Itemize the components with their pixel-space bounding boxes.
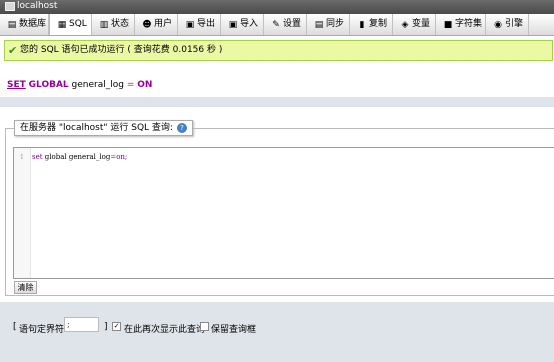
export-icon: ▣ bbox=[185, 20, 195, 30]
sql-editor-code[interactable]: set global general_log=on; bbox=[32, 153, 127, 161]
window-titlebar: localhost bbox=[0, 0, 554, 14]
code-variable-name: general_log bbox=[68, 153, 111, 161]
separator-band bbox=[0, 97, 554, 107]
line-number-gutter: 1 bbox=[14, 148, 31, 278]
tab-charsets[interactable]: ■ 字符集 bbox=[436, 14, 486, 35]
sql-icon: ▦ bbox=[57, 20, 67, 30]
code-keyword-set: set bbox=[32, 153, 43, 161]
tab-label: 引擎 bbox=[505, 19, 524, 29]
sql-operator: = bbox=[126, 80, 135, 90]
sql-value: ON bbox=[137, 80, 153, 90]
tab-label: 设置 bbox=[283, 19, 302, 29]
users-icon: ☻ bbox=[142, 20, 152, 30]
delimiter-label: 语句定界符 bbox=[19, 325, 65, 335]
tab-engines[interactable]: ◉ 引擎 bbox=[486, 14, 529, 35]
tab-label: SQL bbox=[69, 19, 87, 29]
show-again-label: 在此再次显示此查询 bbox=[124, 325, 206, 335]
settings-icon: ✎ bbox=[272, 20, 280, 30]
tab-label: 变量 bbox=[412, 19, 431, 29]
retain-query-box-checkbox[interactable] bbox=[200, 322, 209, 331]
tab-label: 导入 bbox=[240, 19, 259, 29]
show-again-checkbox[interactable]: ✓ bbox=[112, 322, 121, 331]
tab-sync[interactable]: ▤ 同步 bbox=[307, 14, 350, 35]
import-icon: ▣ bbox=[228, 20, 238, 30]
tab-import[interactable]: ▣ 导入 bbox=[221, 14, 264, 35]
status-icon: ▥ bbox=[99, 20, 109, 30]
tab-users[interactable]: ☻ 用户 bbox=[135, 14, 178, 35]
tab-sql[interactable]: ▦ SQL bbox=[49, 14, 92, 35]
charset-icon: ■ bbox=[443, 20, 453, 30]
tab-databases[interactable]: ▤ 数据库 bbox=[0, 14, 49, 35]
sql-keyword-set-link[interactable]: SET bbox=[7, 80, 26, 90]
sql-keyword-global: GLOBAL bbox=[28, 80, 69, 90]
bracket-close: ] bbox=[104, 322, 108, 332]
success-message: ✔ 您的 SQL 语句已成功运行 ( 查询花费 0.0156 秒 ) bbox=[4, 40, 553, 61]
replication-icon: ▮ bbox=[359, 20, 365, 30]
tab-label: 复制 bbox=[369, 19, 388, 29]
success-message-text: 您的 SQL 语句已成功运行 ( 查询花费 0.0156 秒 ) bbox=[20, 45, 223, 55]
server-icon bbox=[5, 2, 15, 11]
window-title: localhost bbox=[17, 1, 58, 11]
retain-query-box-label: 保留查询框 bbox=[211, 325, 257, 335]
tab-replication[interactable]: ▮ 复制 bbox=[350, 14, 393, 35]
tab-label: 数据库 bbox=[19, 19, 47, 29]
tab-label: 用户 bbox=[154, 19, 173, 29]
success-check-icon: ✔ bbox=[8, 44, 18, 57]
tab-label: 状态 bbox=[111, 19, 130, 29]
tab-label: 同步 bbox=[326, 19, 345, 29]
sql-variable-name: general_log bbox=[71, 80, 124, 90]
code-value: on; bbox=[116, 153, 128, 161]
sql-editor[interactable]: 1 set global general_log=on; bbox=[13, 147, 554, 279]
database-icon: ▤ bbox=[7, 20, 17, 30]
delimiter-input[interactable]: ; bbox=[64, 317, 99, 332]
help-icon[interactable]: ? bbox=[176, 122, 187, 133]
clear-button[interactable]: 清除 bbox=[14, 281, 37, 294]
line-number: 1 bbox=[20, 154, 24, 161]
tab-variables[interactable]: ◈ 变量 bbox=[393, 14, 436, 35]
options-band bbox=[0, 302, 554, 362]
engines-icon: ◉ bbox=[494, 20, 502, 30]
tab-label: 导出 bbox=[197, 19, 216, 29]
sync-icon: ▤ bbox=[314, 20, 324, 30]
tab-export[interactable]: ▣ 导出 bbox=[178, 14, 221, 35]
tab-status[interactable]: ▥ 状态 bbox=[92, 14, 135, 35]
sql-query-legend: 在服务器 "localhost" 运行 SQL 查询:? bbox=[14, 120, 193, 136]
main-tab-bar: ▤ 数据库 ▦ SQL ▥ 状态 ☻ 用户 ▣ 导出 ▣ 导入 ✎ 设置 ▤ 同… bbox=[0, 14, 554, 36]
sql-query-legend-text: 在服务器 "localhost" 运行 SQL 查询: bbox=[20, 123, 173, 133]
tab-settings[interactable]: ✎ 设置 bbox=[264, 14, 307, 35]
tab-label: 字符集 bbox=[455, 19, 483, 29]
bracket-open: [ bbox=[13, 322, 17, 332]
code-keyword-global: global bbox=[44, 153, 67, 161]
executed-sql: SET GLOBAL general_log = ON bbox=[7, 80, 152, 90]
variables-icon: ◈ bbox=[401, 20, 409, 30]
